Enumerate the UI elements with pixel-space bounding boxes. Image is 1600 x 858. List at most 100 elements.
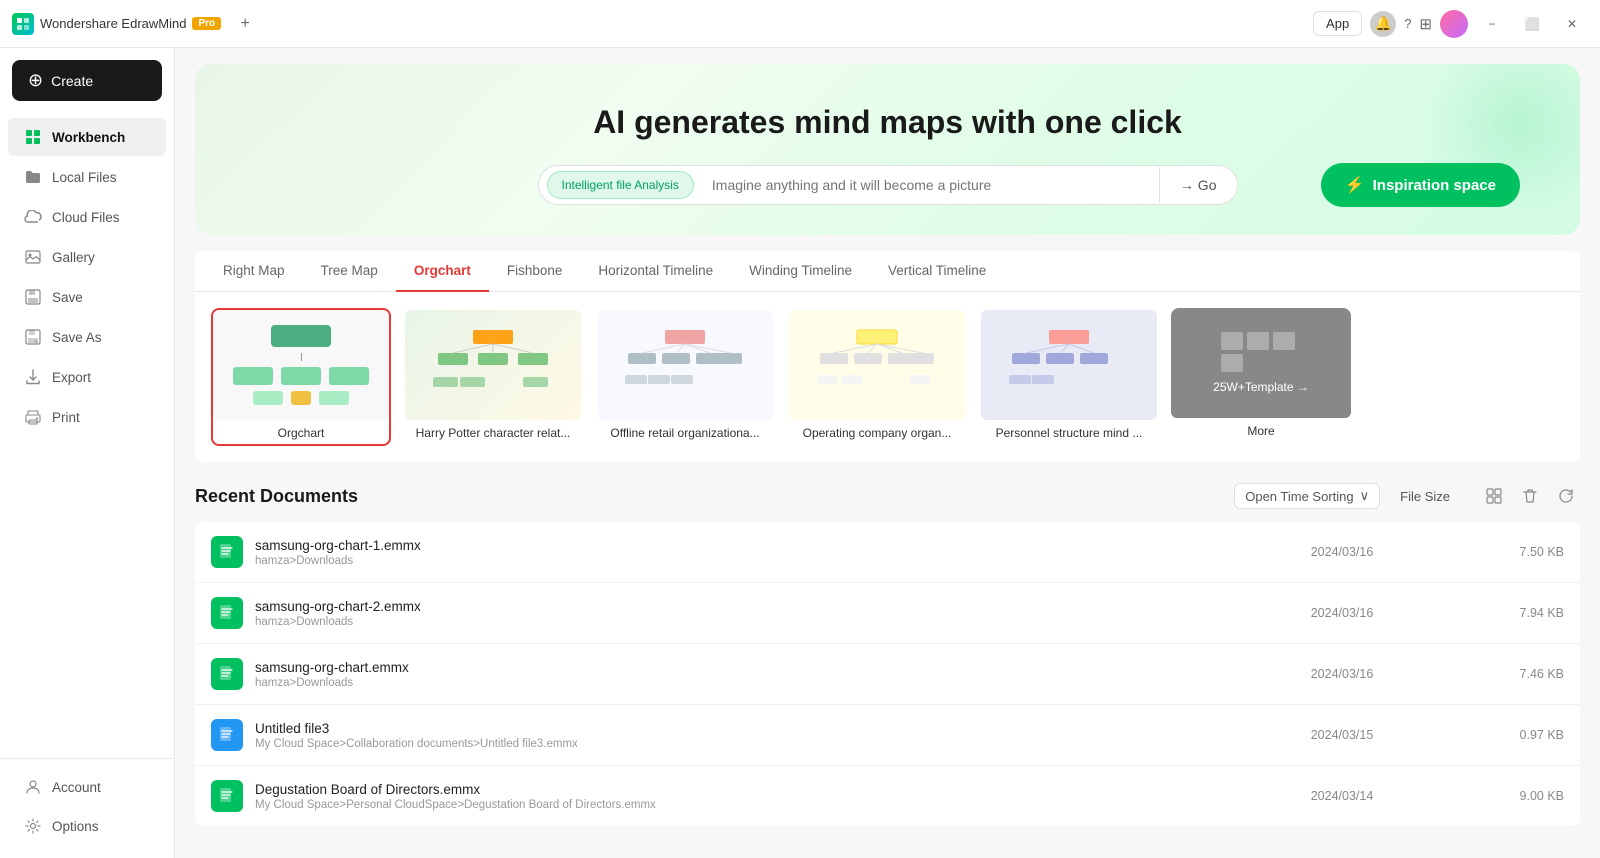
template-section: Right Map Tree Map Orgchart Fishbone Hor…	[195, 251, 1580, 462]
options-icon	[24, 817, 42, 835]
sidebar-item-options[interactable]: Options	[8, 807, 166, 845]
org-node-top	[271, 325, 331, 347]
doc-path-2: hamza>Downloads	[255, 616, 1240, 628]
inspiration-button[interactable]: ⚡ Inspiration space	[1321, 163, 1520, 207]
tab-orgchart[interactable]: Orgchart	[396, 251, 489, 292]
tab-winding-timeline[interactable]: Winding Timeline	[731, 251, 870, 292]
recent-header: Recent Documents Open Time Sorting ∨ Fil…	[195, 482, 1580, 510]
template-card-more[interactable]: 25W+Template → More	[1171, 308, 1351, 446]
delete-button[interactable]	[1516, 482, 1544, 510]
local-files-label: Local Files	[52, 170, 117, 185]
template-card-img-personnel-structure	[981, 310, 1157, 420]
help-button[interactable]: ?	[1404, 16, 1411, 31]
cloud-icon	[24, 208, 42, 226]
org-row-sm	[253, 391, 349, 405]
doc-icon-5	[211, 780, 243, 812]
org-node-sm-1	[253, 391, 283, 405]
template-card-label-operating-company: Operating company organ...	[789, 420, 965, 444]
sidebar-item-cloud-files[interactable]: Cloud Files	[8, 198, 166, 236]
doc-item-3[interactable]: samsung-org-chart.emmx hamza>Downloads 2…	[195, 644, 1580, 705]
sort-label: Open Time Sorting	[1245, 489, 1353, 504]
doc-info-3: samsung-org-chart.emmx hamza>Downloads	[255, 660, 1240, 689]
doc-size-3: 7.46 KB	[1444, 667, 1564, 681]
title-bar-right: App 🔔 ? ⊞ − ⬜ ✕	[1313, 8, 1588, 40]
doc-info-2: samsung-org-chart-2.emmx hamza>Downloads	[255, 599, 1240, 628]
template-card-img-orgchart	[213, 310, 389, 420]
template-card-img-harry-potter	[405, 310, 581, 420]
template-card-orgchart[interactable]: Orgchart	[211, 308, 391, 446]
doc-date-5: 2024/03/14	[1252, 789, 1432, 803]
doc-icon-4	[211, 719, 243, 751]
template-card-label-harry-potter: Harry Potter character relat...	[405, 420, 581, 444]
doc-item-5[interactable]: Degustation Board of Directors.emmx My C…	[195, 766, 1580, 826]
doc-size-4: 0.97 KB	[1444, 728, 1564, 742]
gallery-label: Gallery	[52, 250, 95, 265]
tab-horizontal-timeline[interactable]: Horizontal Timeline	[580, 251, 731, 292]
lightning-icon: ⚡	[1345, 175, 1365, 195]
title-bar: Wondershare EdrawMind Pro + App 🔔 ? ⊞ − …	[0, 0, 1600, 48]
more-template-label: 25W+Template →	[1213, 380, 1309, 394]
org-node-sm-2	[319, 391, 349, 405]
template-card-personnel-structure[interactable]: Personnel structure mind ...	[979, 308, 1159, 446]
search-tag[interactable]: Intelligent file Analysis	[547, 171, 694, 199]
template-card-label-offline-retail: Offline retail organizationa...	[597, 420, 773, 444]
add-tab-button[interactable]: +	[231, 10, 259, 38]
doc-name-5: Degustation Board of Directors.emmx	[255, 782, 1240, 797]
grid-menu-button[interactable]: ⊞	[1419, 15, 1432, 33]
account-icon	[24, 778, 42, 796]
save-label: Save	[52, 290, 83, 305]
template-card-harry-potter[interactable]: Harry Potter character relat...	[403, 308, 583, 446]
template-card-operating-company[interactable]: Operating company organ...	[787, 308, 967, 446]
template-tabs: Right Map Tree Map Orgchart Fishbone Hor…	[195, 251, 1580, 292]
sidebar-bottom: Account Options	[0, 758, 174, 846]
template-card-label-orgchart: Orgchart	[213, 420, 389, 444]
sidebar-item-account[interactable]: Account	[8, 768, 166, 806]
sidebar-item-workbench[interactable]: Workbench	[8, 118, 166, 156]
sidebar-item-print[interactable]: Print	[8, 398, 166, 436]
sidebar-item-save[interactable]: Save	[8, 278, 166, 316]
tab-tree-map[interactable]: Tree Map	[303, 251, 396, 292]
notification-icon[interactable]: 🔔	[1370, 11, 1396, 37]
refresh-button[interactable]	[1552, 482, 1580, 510]
search-input[interactable]	[702, 177, 1159, 193]
org-dot	[291, 391, 311, 405]
sidebar-item-save-as[interactable]: + Save As	[8, 318, 166, 356]
sidebar-item-export[interactable]: Export	[8, 358, 166, 396]
grid-icon	[24, 128, 42, 146]
cloud-files-label: Cloud Files	[52, 210, 120, 225]
sidebar-item-local-files[interactable]: Local Files	[8, 158, 166, 196]
create-button[interactable]: ⊕ Create	[12, 60, 162, 101]
doc-name-2: samsung-org-chart-2.emmx	[255, 599, 1240, 614]
close-button[interactable]: ✕	[1556, 8, 1588, 40]
go-button[interactable]: → Go	[1159, 167, 1237, 203]
doc-date-3: 2024/03/16	[1252, 667, 1432, 681]
doc-date-4: 2024/03/15	[1252, 728, 1432, 742]
doc-list: samsung-org-chart-1.emmx hamza>Downloads…	[195, 522, 1580, 826]
save-icon	[24, 288, 42, 306]
minimize-button[interactable]: −	[1476, 8, 1508, 40]
doc-size-1: 7.50 KB	[1444, 545, 1564, 559]
template-card-offline-retail[interactable]: Offline retail organizationa...	[595, 308, 775, 446]
user-avatar[interactable]	[1440, 10, 1468, 38]
template-more-img: 25W+Template →	[1171, 308, 1351, 418]
template-card-img-operating-company	[789, 310, 965, 420]
doc-path-4: My Cloud Space>Collaboration documents>U…	[255, 738, 1240, 750]
doc-item-4[interactable]: Untitled file3 My Cloud Space>Collaborat…	[195, 705, 1580, 766]
main-content: AI generates mind maps with one click In…	[175, 48, 1600, 858]
sort-button[interactable]: Open Time Sorting ∨	[1234, 483, 1380, 509]
app-button[interactable]: App	[1313, 11, 1362, 36]
tab-right-map[interactable]: Right Map	[205, 251, 303, 292]
doc-path-1: hamza>Downloads	[255, 555, 1240, 567]
sidebar-item-gallery[interactable]: Gallery	[8, 238, 166, 276]
list-view-button[interactable]	[1480, 482, 1508, 510]
doc-item-1[interactable]: samsung-org-chart-1.emmx hamza>Downloads…	[195, 522, 1580, 583]
doc-item-2[interactable]: samsung-org-chart-2.emmx hamza>Downloads…	[195, 583, 1580, 644]
tab-fishbone[interactable]: Fishbone	[489, 251, 581, 292]
title-bar-left: Wondershare EdrawMind Pro +	[12, 10, 259, 38]
doc-path-5: My Cloud Space>Personal CloudSpace>Degus…	[255, 799, 1240, 811]
hero-search: Intelligent file Analysis → Go	[538, 165, 1238, 205]
template-card-img-offline-retail	[597, 310, 773, 420]
tab-vertical-timeline[interactable]: Vertical Timeline	[870, 251, 1004, 292]
template-grid: Orgchart	[195, 292, 1580, 462]
maximize-button[interactable]: ⬜	[1516, 8, 1548, 40]
